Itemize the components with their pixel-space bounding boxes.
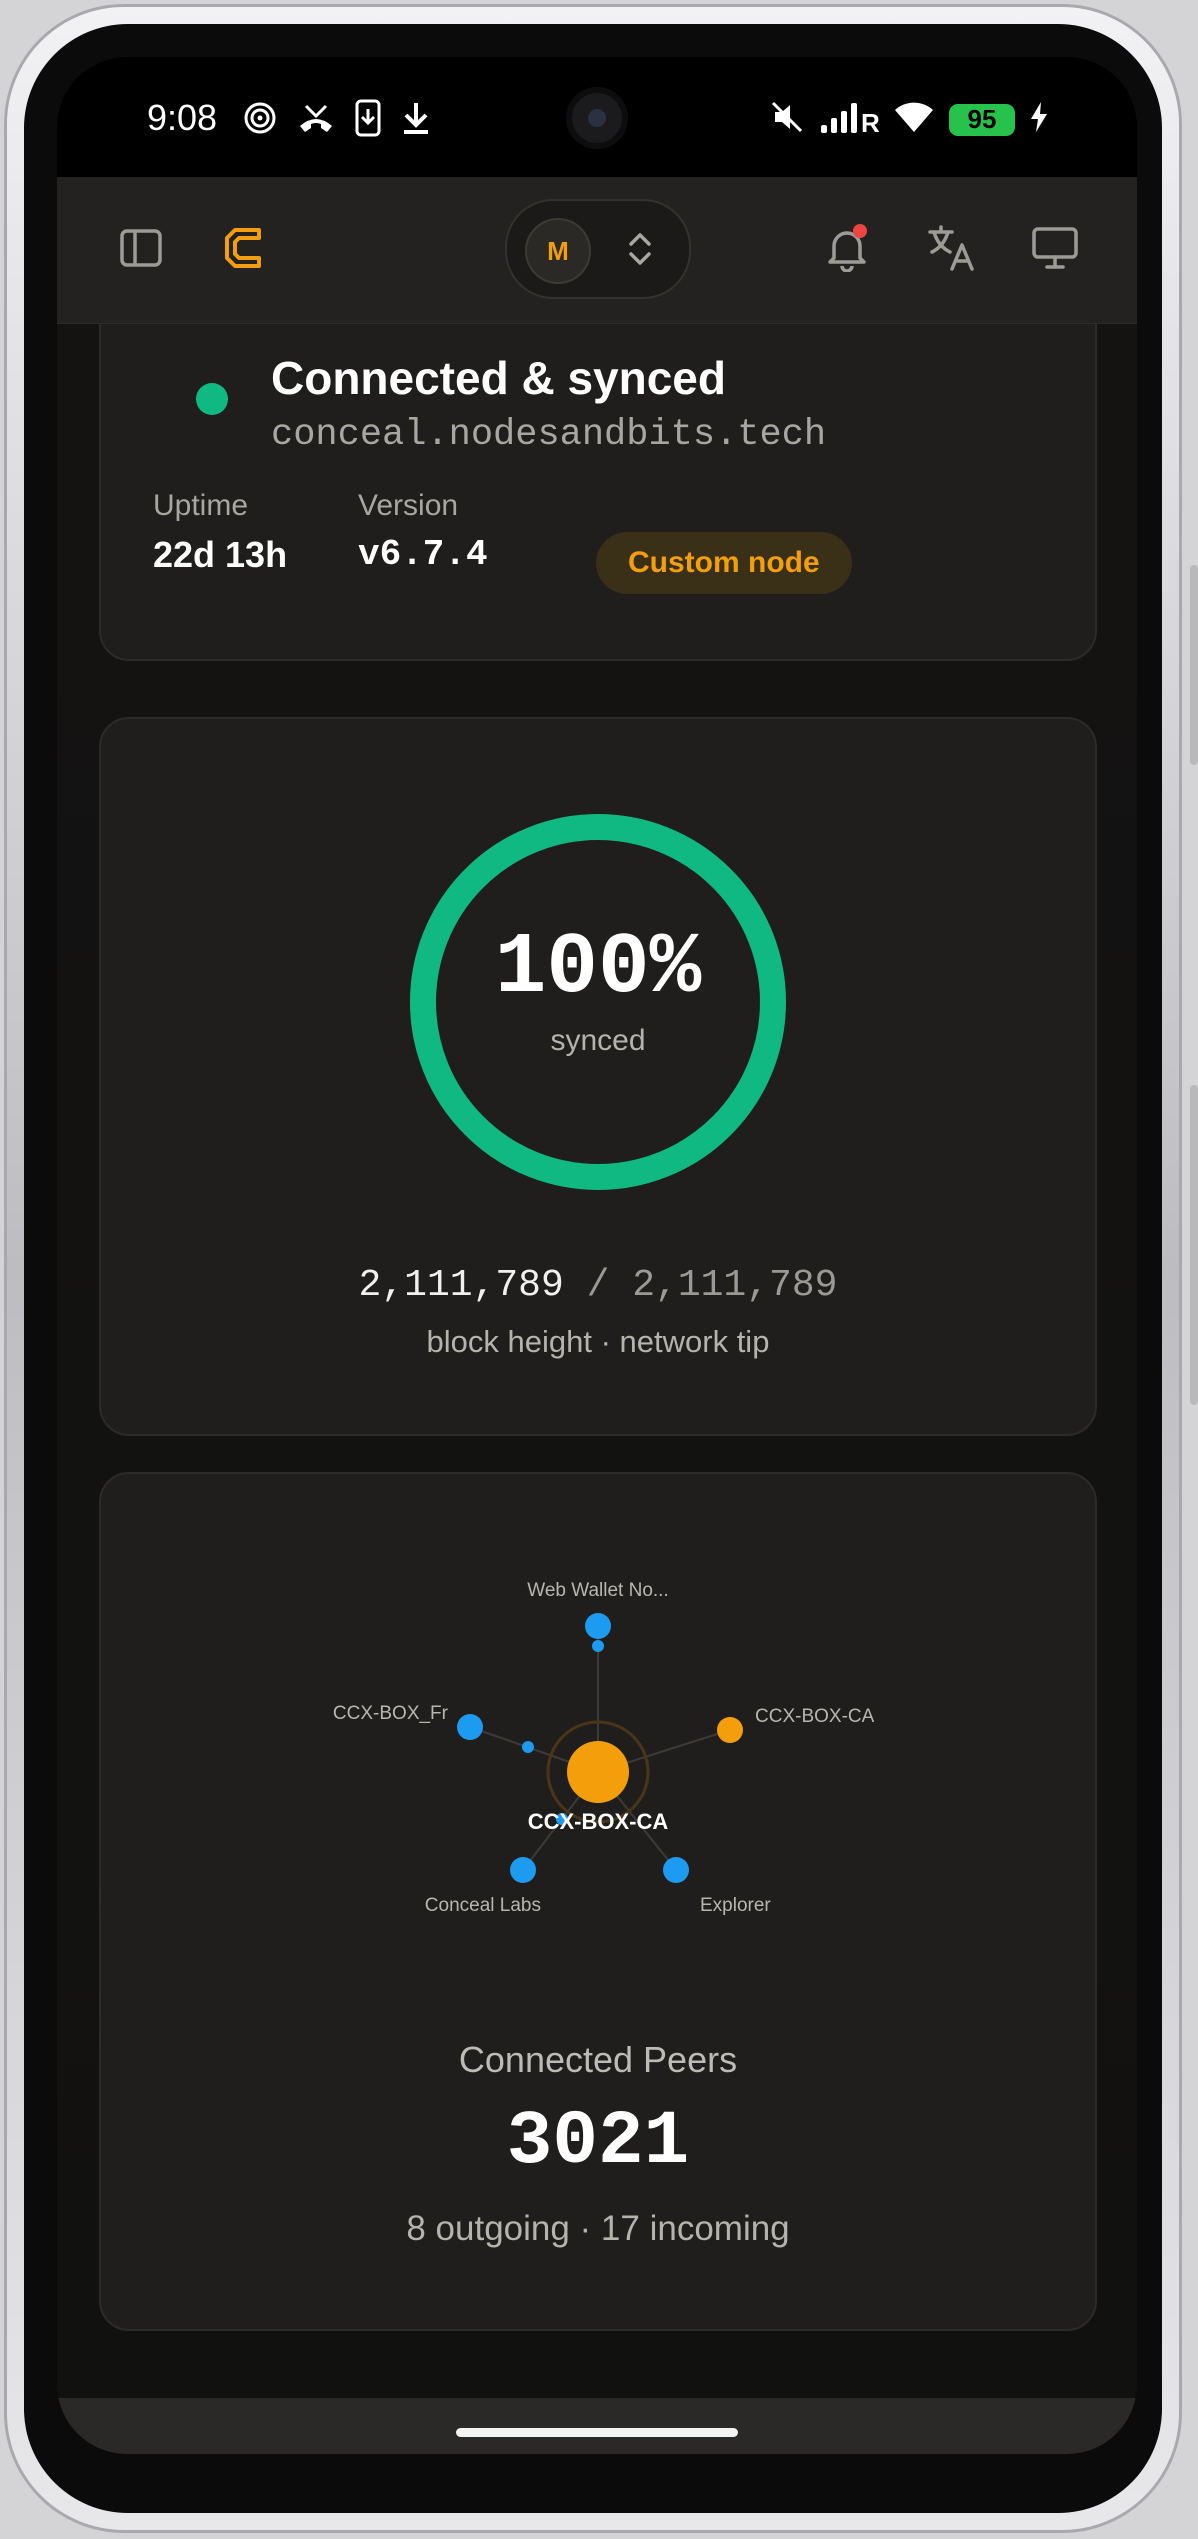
center-node-label: CCX-BOX-CA [528, 1809, 669, 1834]
status-time: 9:08 [147, 97, 218, 138]
version-value: v6.7.4 [358, 534, 488, 575]
block-height-caption: block height · network tip [426, 1324, 770, 1359]
missed-call-icon [296, 100, 336, 141]
peer-node-web-wallet [585, 1613, 611, 1639]
peer-node-ccx-box-fr [457, 1714, 483, 1740]
account-switcher[interactable]: M [505, 199, 691, 299]
traffic-dot [592, 1640, 604, 1652]
block-heights: 2,111,789 / 2,111,789 [101, 1264, 1095, 1307]
notification-dot [853, 224, 867, 238]
sync-card: 100% synced 2,111,789 / 2,111,789 block … [99, 717, 1097, 1436]
custom-node-badge: Custom node [596, 532, 852, 594]
app-header: M [57, 177, 1137, 324]
peer-label-web-wallet: Web Wallet No... [527, 1580, 669, 1601]
peer-node-ccx-box-ca [717, 1717, 743, 1743]
peers-card: Web Wallet No... CCX-BOX-CA Explorer Con… [99, 1472, 1097, 2331]
uptime-label: Uptime [153, 489, 249, 522]
peers-summary: 8 outgoing · 17 incoming [406, 2209, 790, 2248]
node-host: conceal.nodesandbits.tech [271, 414, 827, 456]
gesture-nav-bar [57, 2398, 1137, 2454]
conceal-logo-icon [223, 224, 263, 277]
download-icon [400, 100, 432, 141]
height-separator: / [586, 1264, 610, 1307]
display-mode-button[interactable] [1027, 222, 1083, 278]
uptime-value: 22d 13h [153, 534, 288, 575]
notification-icons [242, 99, 432, 142]
home-indicator[interactable] [456, 2428, 738, 2437]
volume-button [1190, 565, 1198, 765]
language-button[interactable] [923, 222, 979, 278]
system-icons: R 95 [769, 99, 1049, 140]
peer-label-ccx-box-fr: CCX-BOX_Fr [333, 1703, 449, 1724]
peers-count: 3021 [506, 2099, 690, 2185]
peers-title: Connected Peers [458, 2039, 738, 2080]
peer-network-graph[interactable]: Web Wallet No... CCX-BOX-CA Explorer Con… [298, 1544, 898, 1944]
traffic-dot [522, 1741, 534, 1753]
peer-label-explorer: Explorer [700, 1895, 771, 1916]
device-screen: 9:08 R 95 M Connected & synced conceal.n… [57, 57, 1137, 2454]
network-tip-value: 2,111,789 [632, 1264, 838, 1307]
chevron-updown-icon [625, 231, 655, 272]
signal-icon: R [819, 99, 880, 140]
peer-label-conceal-labs: Conceal Labs [425, 1895, 541, 1916]
battery-level: 95 [949, 103, 1015, 136]
sync-percent: 100% [494, 919, 702, 1017]
center-node [567, 1741, 629, 1803]
sidebar-toggle-button[interactable] [113, 222, 169, 278]
peer-label-ccx-box-ca: CCX-BOX-CA [755, 1706, 875, 1727]
connection-status-dot [196, 383, 228, 415]
version-label: Version [358, 489, 459, 522]
avatar: M [525, 218, 591, 284]
notifications-button[interactable] [819, 222, 875, 278]
conceal-logo[interactable] [215, 222, 271, 278]
status-bar: 9:08 R 95 [57, 57, 1137, 177]
block-height-value: 2,111,789 [358, 1264, 564, 1307]
sync-label: synced [550, 1024, 646, 1057]
mute-icon [769, 99, 805, 140]
sidebar-icon [119, 226, 163, 275]
connection-card: Connected & synced conceal.nodesandbits.… [99, 324, 1097, 661]
hotspot-icon [242, 100, 278, 141]
monitor-icon [1031, 225, 1079, 276]
svg-text:R: R [861, 108, 879, 135]
main-content[interactable]: Connected & synced conceal.nodesandbits.… [57, 324, 1137, 2398]
peer-node-conceal-labs [510, 1857, 536, 1883]
charging-icon [1029, 101, 1049, 138]
front-camera [566, 87, 628, 149]
translate-icon [926, 223, 976, 278]
phone-download-icon [354, 99, 382, 142]
connection-title: Connected & synced [271, 352, 726, 404]
power-button [1190, 1085, 1198, 1405]
peer-node-explorer [663, 1857, 689, 1883]
wifi-icon [893, 100, 935, 139]
